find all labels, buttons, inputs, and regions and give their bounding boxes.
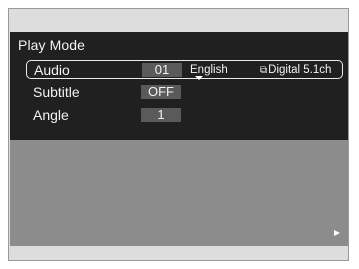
play-icon xyxy=(334,230,340,236)
menu-item-angle[interactable]: Angle 1 xyxy=(26,106,343,125)
audio-format-label: Digital 5.1ch xyxy=(268,64,332,76)
dolby-icon: ⧉ xyxy=(260,65,268,76)
audio-language: English xyxy=(190,64,228,76)
screen: Play Mode Audio 01 English ⧉Digital 5.1c… xyxy=(10,32,348,246)
selection-pointer-icon xyxy=(195,76,203,80)
menu-item-audio[interactable]: Audio 01 English ⧉Digital 5.1ch xyxy=(26,60,343,80)
menu-item-label: Angle xyxy=(33,107,69,123)
audio-track-value: 01 xyxy=(142,63,182,77)
menu-item-label: Subtitle xyxy=(33,84,80,100)
play-mode-panel: Play Mode Audio 01 English ⧉Digital 5.1c… xyxy=(10,32,348,140)
audio-format: ⧉Digital 5.1ch xyxy=(260,63,331,78)
subtitle-value: OFF xyxy=(141,85,181,99)
menu-item-subtitle[interactable]: Subtitle OFF xyxy=(26,83,343,102)
page-title: Play Mode xyxy=(18,37,86,53)
angle-value: 1 xyxy=(141,108,181,122)
menu-item-label: Audio xyxy=(34,62,70,78)
